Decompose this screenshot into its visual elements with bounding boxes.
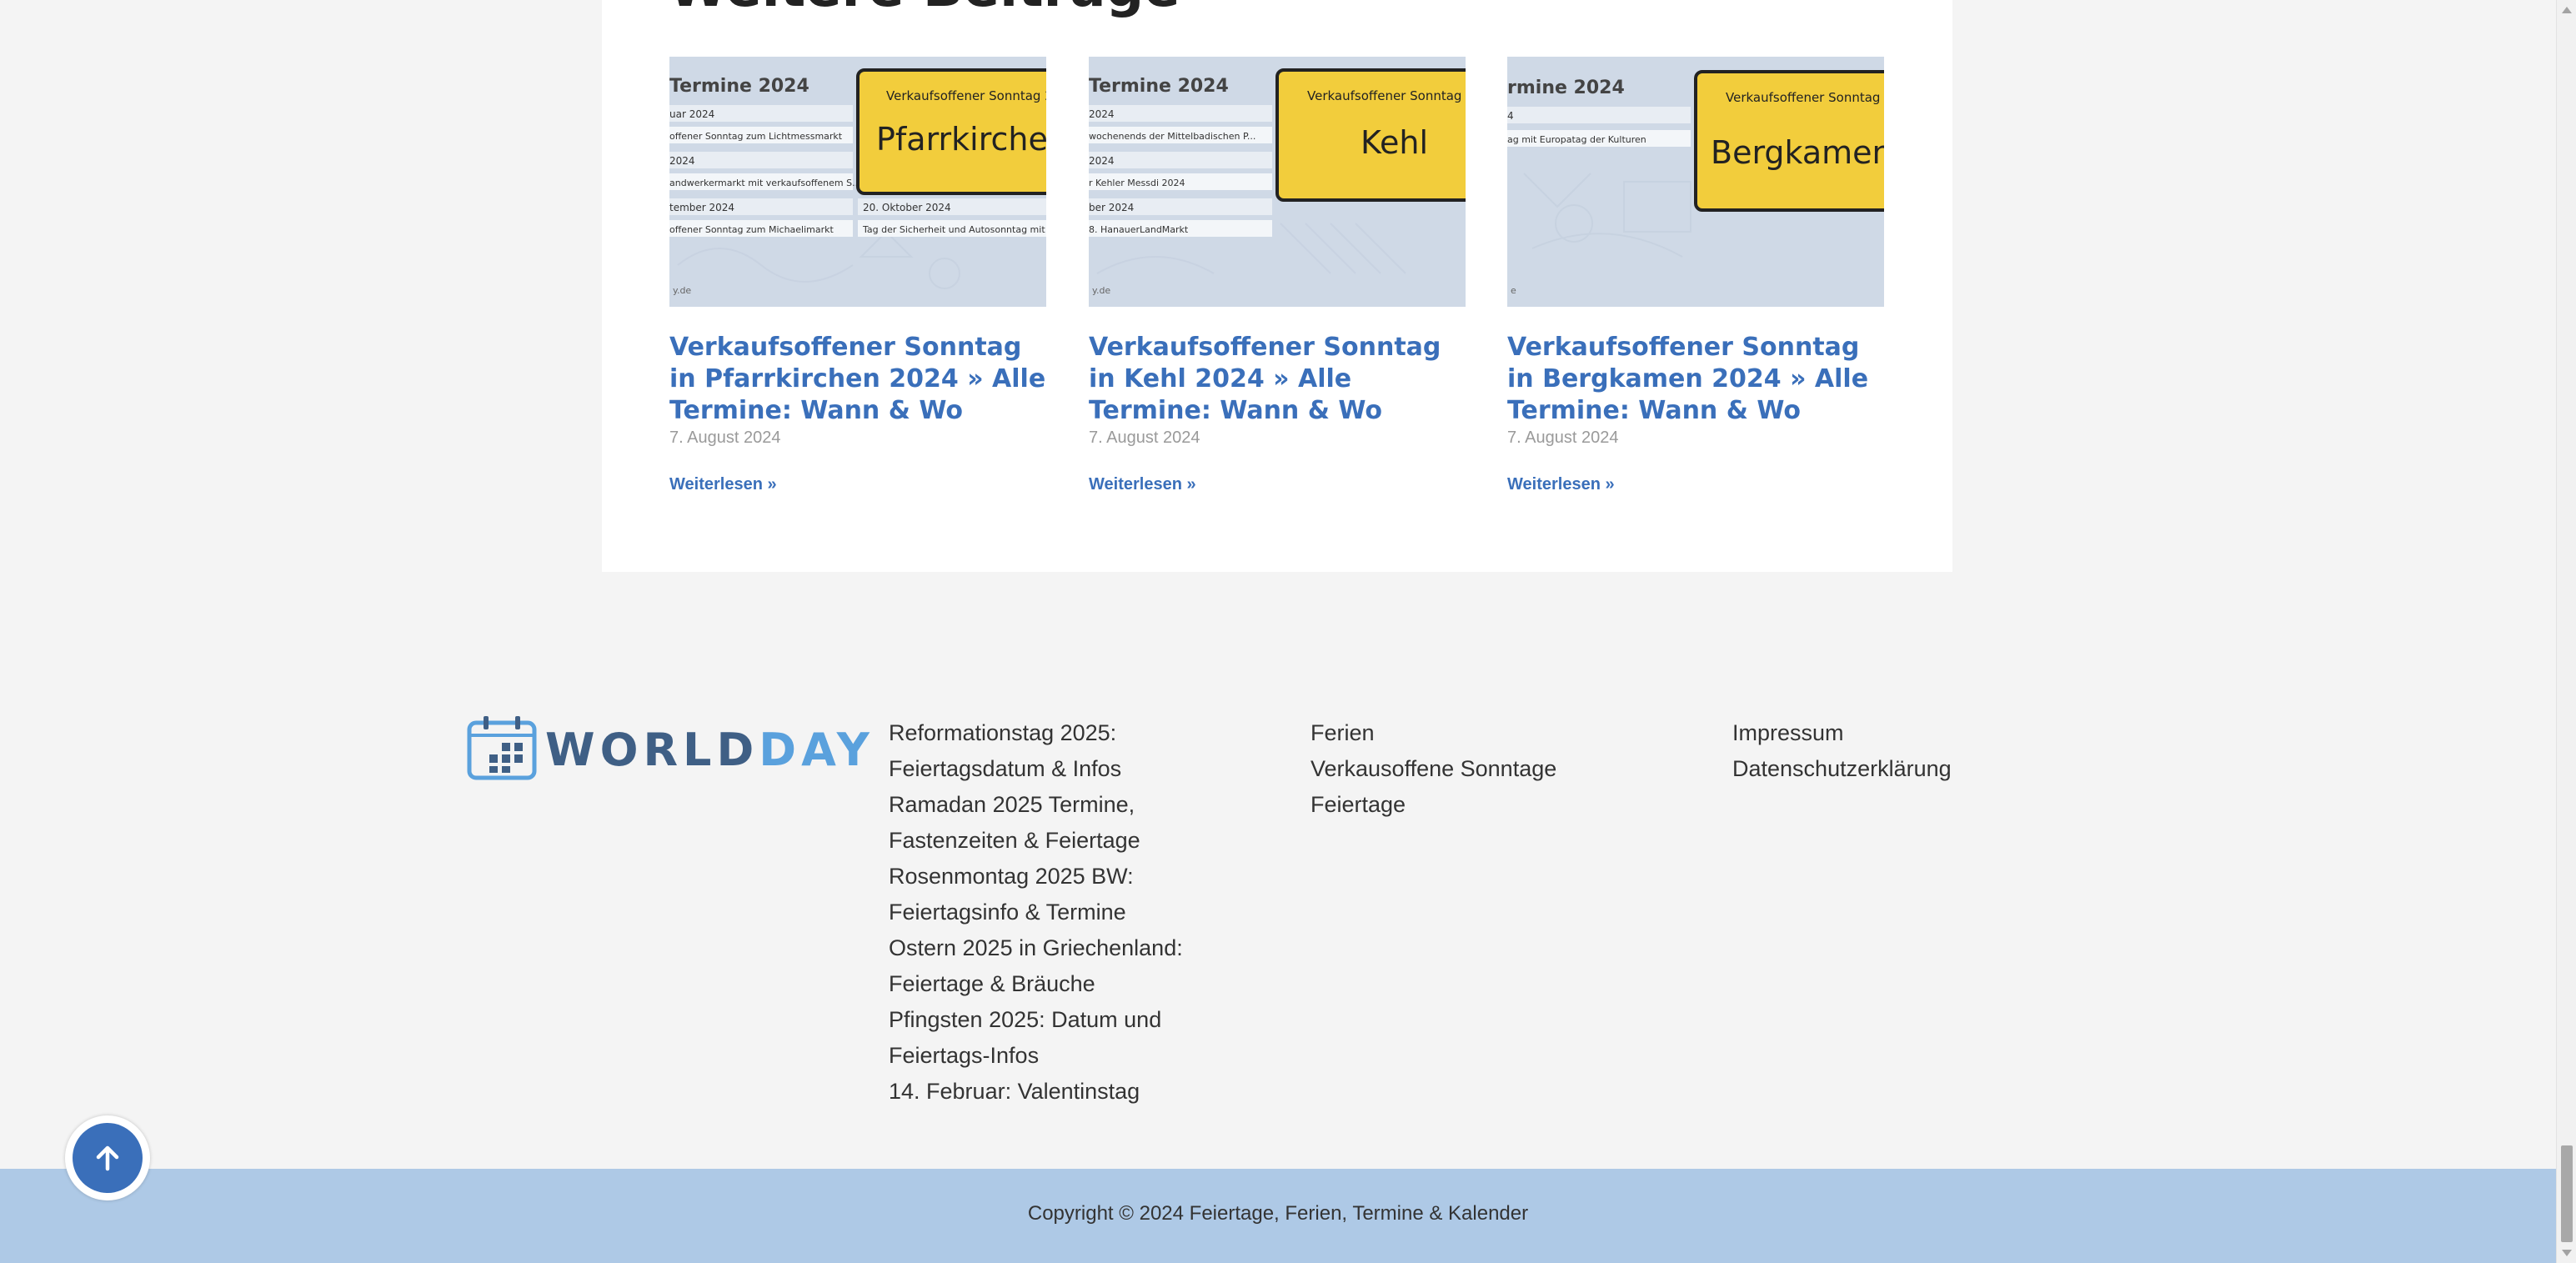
page-scrollbar[interactable] (2556, 0, 2576, 1263)
post-title-link[interactable]: Verkaufsoffener Sonntag in Bergkamen 202… (1507, 332, 1884, 427)
footer-link-reformationstag[interactable]: Feiertagsdatum & Infos (889, 751, 1205, 787)
svg-text:e: e (1511, 285, 1516, 296)
svg-text:8. HanauerLandMarkt: 8. HanauerLandMarkt (1089, 224, 1189, 235)
scroll-up-arrow-icon[interactable] (2562, 7, 2572, 13)
post-title-link[interactable]: Verkaufsoffener Sonntag in Kehl 2024 » A… (1089, 332, 1466, 427)
svg-text:tember 2024: tember 2024 (669, 202, 734, 213)
svg-text:ber 2024: ber 2024 (1089, 202, 1134, 213)
svg-text:Verkaufsoffener Sonntag 2024: Verkaufsoffener Sonntag 2024 (1307, 88, 1466, 103)
footer-link-rosenmontag[interactable]: Rosenmontag 2025 BW: (889, 859, 1205, 895)
svg-text:4: 4 (1507, 110, 1514, 122)
post-date: 7. August 2024 (669, 429, 781, 447)
post-thumbnail-image: rmine 2024 4 ag mit Europatag der Kultur… (1507, 57, 1884, 307)
site-logo[interactable]: WORLDDAY (467, 715, 870, 780)
svg-text:r Kehler Messdi 2024: r Kehler Messdi 2024 (1089, 178, 1185, 188)
footer-link-ostern[interactable]: Feiertage & Bräuche (889, 966, 1205, 1002)
svg-text:Termine 2024: Termine 2024 (1089, 76, 1229, 97)
post-card-kehl: Termine 2024 2024 wochenends der Mittelb… (1089, 57, 1466, 494)
footer-link-rosenmontag[interactable]: Feiertagsinfo & Termine (889, 895, 1205, 930)
post-thumbnail-link[interactable]: rmine 2024 4 ag mit Europatag der Kultur… (1507, 57, 1884, 307)
post-thumbnail-image: Termine 2024 2024 wochenends der Mittelb… (1089, 57, 1466, 307)
post-card-bergkamen: rmine 2024 4 ag mit Europatag der Kultur… (1507, 57, 1884, 494)
footer-copyright-bar: Copyright © 2024 Feiertage, Ferien, Term… (0, 1169, 2556, 1263)
footer-menu-articles: Reformationstag 2025: Feiertagsdatum & I… (889, 715, 1205, 1110)
logo-word-day: DAY (759, 724, 875, 776)
svg-text:y.de: y.de (1092, 285, 1110, 296)
copyright-text: Copyright © 2024 Feiertage, Ferien, Term… (1027, 1202, 1529, 1225)
svg-text:rmine 2024: rmine 2024 (1507, 78, 1625, 98)
footer-link-datenschutz[interactable]: Datenschutzerklärung (1732, 751, 2007, 787)
svg-text:2024: 2024 (1089, 108, 1115, 120)
scroll-to-top-button[interactable] (65, 1115, 150, 1200)
post-date: 7. August 2024 (1089, 429, 1200, 447)
footer-link-pfingsten[interactable]: Feiertags-Infos (889, 1038, 1205, 1074)
post-title-link[interactable]: Verkaufsoffener Sonntag in Pfarrkirchen … (669, 332, 1046, 427)
footer-link-feiertage[interactable]: Feiertage (1311, 787, 1661, 823)
svg-text:Pfarrkirchen: Pfarrkirchen (876, 121, 1046, 158)
svg-text:ag mit Europatag der Kulturen: ag mit Europatag der Kulturen (1507, 134, 1646, 145)
footer-link-ramadan[interactable]: Ramadan 2025 Termine, (889, 787, 1205, 823)
svg-text:uar 2024: uar 2024 (669, 108, 714, 120)
svg-text:andwerkermarkt mit verkaufsoff: andwerkermarkt mit verkaufsoffenem S... (669, 178, 861, 188)
footer-link-pfingsten[interactable]: Pfingsten 2025: Datum und (889, 1002, 1205, 1038)
logo-word-world: WORLD (545, 724, 759, 776)
footer-link-ramadan[interactable]: Fastenzeiten & Feiertage (889, 823, 1205, 859)
calendar-icon (467, 716, 537, 780)
svg-text:wochenends der Mittelbadischen: wochenends der Mittelbadischen P... (1089, 131, 1255, 142)
read-more-link[interactable]: Weiterlesen » (669, 475, 777, 494)
footer-menu-legal: Impressum Datenschutzerklärung (1732, 715, 2007, 787)
post-date: 7. August 2024 (1507, 429, 1619, 447)
footer-link-verkaufsoffene-sonntage[interactable]: Verkausoffene Sonntage (1311, 751, 1661, 787)
footer-link-ostern[interactable]: Ostern 2025 in Griechenland: (889, 930, 1205, 966)
read-more-link[interactable]: Weiterlesen » (1507, 475, 1615, 494)
post-thumbnail-image: Termine 2024 uar 2024 offener Sonntag zu… (669, 57, 1046, 307)
arrow-up-icon (73, 1123, 143, 1193)
related-posts-card: Weitere Beiträge Termine 2024 uar 2024 o… (602, 0, 1952, 572)
post-thumbnail-link[interactable]: Termine 2024 uar 2024 offener Sonntag zu… (669, 57, 1046, 307)
footer-link-valentinstag[interactable]: 14. Februar: Valentinstag (889, 1074, 1205, 1110)
svg-text:20. Oktober 2024: 20. Oktober 2024 (863, 202, 951, 213)
footer-link-ferien[interactable]: Ferien (1311, 715, 1661, 751)
svg-text:Termine 2024: Termine 2024 (669, 76, 809, 97)
svg-text:Tag der Sicherheit und Autoson: Tag der Sicherheit und Autosonntag mit (862, 224, 1045, 235)
section-heading: Weitere Beiträge (669, 0, 1180, 20)
footer-link-impressum[interactable]: Impressum (1732, 715, 2007, 751)
svg-text:offener Sonntag zum Michaelima: offener Sonntag zum Michaelimarkt (669, 224, 834, 235)
svg-text:2024: 2024 (1089, 155, 1115, 167)
logo-wordmark: WORLDDAY (545, 725, 875, 775)
post-thumbnail-link[interactable]: Termine 2024 2024 wochenends der Mittelb… (1089, 57, 1466, 307)
svg-text:2024: 2024 (669, 155, 695, 167)
svg-text:offener Sonntag zum Lichtmessm: offener Sonntag zum Lichtmessmarkt (669, 131, 843, 142)
footer-link-reformationstag[interactable]: Reformationstag 2025: (889, 715, 1205, 751)
svg-text:Bergkamen: Bergkamen (1711, 134, 1884, 171)
svg-text:Verkaufsoffener Sonntag: Verkaufsoffener Sonntag (1726, 90, 1880, 105)
svg-text:y.de: y.de (673, 285, 691, 296)
footer-menu-categories: Ferien Verkausoffene Sonntage Feiertage (1311, 715, 1661, 823)
post-card-pfarrkirchen: Termine 2024 uar 2024 offener Sonntag zu… (669, 57, 1046, 494)
scrollbar-thumb[interactable] (2561, 1145, 2573, 1242)
svg-text:Kehl: Kehl (1361, 124, 1428, 161)
scroll-down-arrow-icon[interactable] (2562, 1250, 2572, 1256)
svg-text:Verkaufsoffener Sonntag 2024: Verkaufsoffener Sonntag 2024 (886, 88, 1046, 103)
read-more-link[interactable]: Weiterlesen » (1089, 475, 1196, 494)
page: Weitere Beiträge Termine 2024 uar 2024 o… (0, 0, 2556, 1263)
